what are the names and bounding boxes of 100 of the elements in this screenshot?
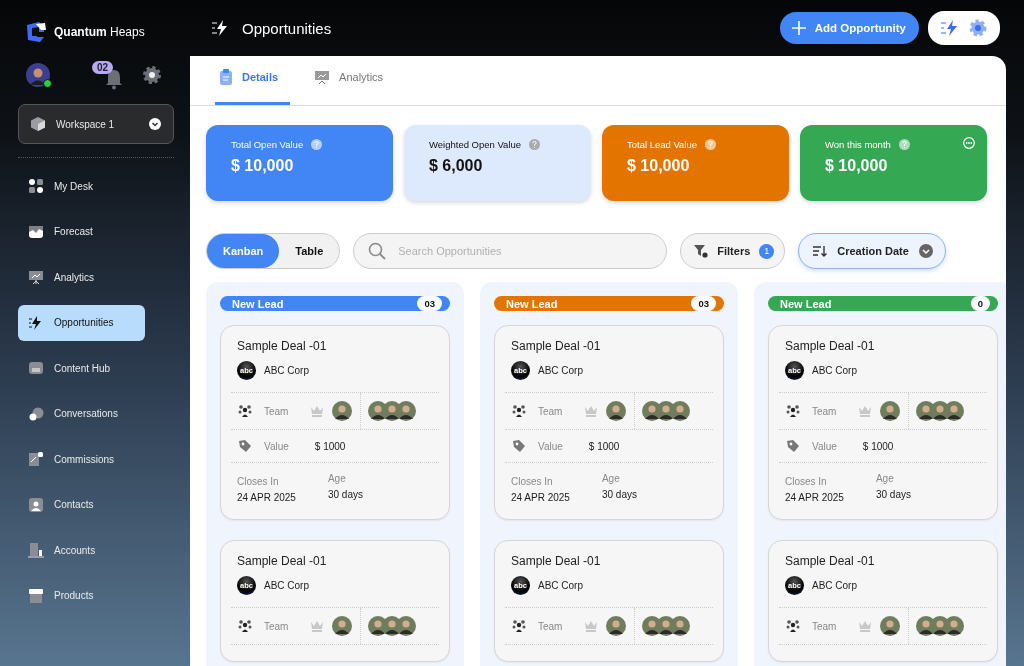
person-avatar — [670, 616, 691, 636]
nav-item[interactable]: Products — [18, 577, 145, 614]
person-avatar — [944, 616, 965, 636]
deal-title: Sample Deal -01 — [511, 339, 602, 353]
team-label: Team — [812, 405, 837, 417]
deal-title: Sample Deal -01 — [237, 339, 328, 353]
more-options-icon[interactable] — [963, 137, 975, 149]
person-avatar — [332, 401, 353, 421]
search-icon — [368, 242, 387, 260]
search-input[interactable]: Search Opportunities — [396, 244, 653, 258]
person-avatar — [606, 401, 627, 421]
nav-item[interactable]: Content Hub — [18, 350, 145, 386]
chevron-down-icon — [149, 118, 161, 130]
settings-icon[interactable] — [142, 65, 162, 85]
nav-item[interactable]: My Desk — [18, 168, 145, 204]
person-avatar — [880, 401, 901, 421]
tag-icon — [238, 439, 252, 453]
stat-value: $ 6,000 — [429, 157, 484, 175]
box-icon — [28, 587, 44, 604]
page-title: Opportunities — [242, 19, 332, 37]
chart-icon — [28, 223, 44, 240]
closes-label: Closes In — [785, 476, 828, 487]
closes-label: Closes In — [511, 476, 554, 487]
deal-age: 30 days — [327, 489, 363, 500]
team-icon — [238, 404, 252, 418]
crown-icon — [584, 405, 599, 417]
nav-item[interactable]: Forecast — [18, 213, 145, 250]
view-option[interactable]: Table — [279, 234, 340, 268]
bolt-icon — [212, 20, 230, 36]
search-field[interactable]: Search Opportunities — [353, 233, 668, 269]
company-name: ABC Corp — [264, 365, 309, 376]
deal-value: $ 1000 — [588, 440, 620, 452]
nav-item[interactable]: Opportunities — [18, 304, 145, 341]
help-icon[interactable] — [311, 139, 323, 150]
person-avatar — [944, 401, 965, 421]
view-option[interactable]: Kanban — [207, 234, 280, 268]
bolt-icon — [28, 314, 44, 331]
deal-title: Sample Deal -01 — [511, 554, 602, 568]
age-label: Age — [601, 473, 621, 484]
receipt-icon — [28, 451, 44, 467]
chat-bubbles-icon — [28, 405, 44, 422]
filter-icon — [694, 244, 709, 258]
value-label: Value — [264, 440, 289, 452]
clipboard-icon — [219, 69, 233, 85]
nav-item[interactable]: Contacts — [18, 486, 145, 523]
team-icon — [512, 404, 526, 418]
column-count: 0 — [970, 296, 990, 311]
team-icon — [512, 619, 526, 633]
contact-card-icon — [28, 496, 44, 513]
quick-actions-button[interactable] — [928, 11, 1000, 45]
notification-count: 02 — [92, 61, 114, 74]
add-opportunity-button[interactable]: Add Opportunity — [779, 12, 919, 44]
tag-icon — [786, 439, 800, 453]
grid-icon — [28, 178, 44, 194]
deal-title: Sample Deal -01 — [785, 339, 876, 353]
nav-item[interactable]: Conversations — [18, 395, 145, 432]
crown-icon — [310, 620, 325, 632]
column-title: New Lead — [780, 297, 832, 310]
nav-item[interactable]: Accounts — [18, 532, 145, 568]
company-name: ABC Corp — [812, 580, 857, 591]
close-date: 24 APR 2025 — [785, 492, 844, 503]
deal-value: $ 1000 — [314, 440, 346, 452]
team-label: Team — [538, 620, 563, 632]
team-icon — [786, 619, 800, 633]
document-icon — [28, 360, 44, 376]
column-title: New Lead — [232, 297, 284, 310]
company-name: ABC Corp — [812, 365, 857, 376]
stat-value: $ 10,000 — [825, 157, 889, 175]
age-label: Age — [875, 473, 895, 484]
nav-item[interactable]: Commissions — [18, 441, 145, 477]
close-date: 24 APR 2025 — [511, 492, 570, 503]
cube-icon — [30, 116, 46, 132]
tab[interactable]: Details — [215, 57, 291, 105]
sort-icon — [813, 244, 828, 258]
user-avatar[interactable] — [26, 63, 50, 87]
deal-value: $ 1000 — [862, 440, 894, 452]
workspace-selector[interactable]: Workspace 1 — [18, 104, 174, 144]
crown-icon — [858, 620, 873, 632]
column-title: New Lead — [506, 297, 558, 310]
person-avatar — [396, 616, 417, 636]
bolt-icon — [940, 19, 960, 37]
person-avatar — [606, 616, 627, 636]
team-label: Team — [812, 620, 837, 632]
nav-item[interactable]: Analytics — [18, 259, 145, 295]
sort-dropdown[interactable]: Creation Date — [798, 233, 946, 269]
help-icon[interactable] — [705, 139, 717, 150]
team-icon — [238, 619, 252, 633]
plus-icon — [791, 21, 806, 35]
value-label: Value — [538, 440, 563, 452]
tab[interactable]: Analytics — [310, 57, 396, 105]
help-icon[interactable] — [898, 139, 910, 150]
company-name: ABC Corp — [538, 365, 583, 376]
person-avatar — [670, 401, 691, 421]
closes-label: Closes In — [237, 476, 280, 487]
stat-label: Total Open Value — [231, 139, 304, 150]
column-count: 03 — [691, 296, 716, 311]
deal-title: Sample Deal -01 — [237, 554, 328, 568]
help-icon[interactable] — [529, 139, 541, 150]
stat-label: Weighted Open Value — [429, 139, 522, 150]
filters-button[interactable]: Filters 1 — [680, 233, 786, 269]
